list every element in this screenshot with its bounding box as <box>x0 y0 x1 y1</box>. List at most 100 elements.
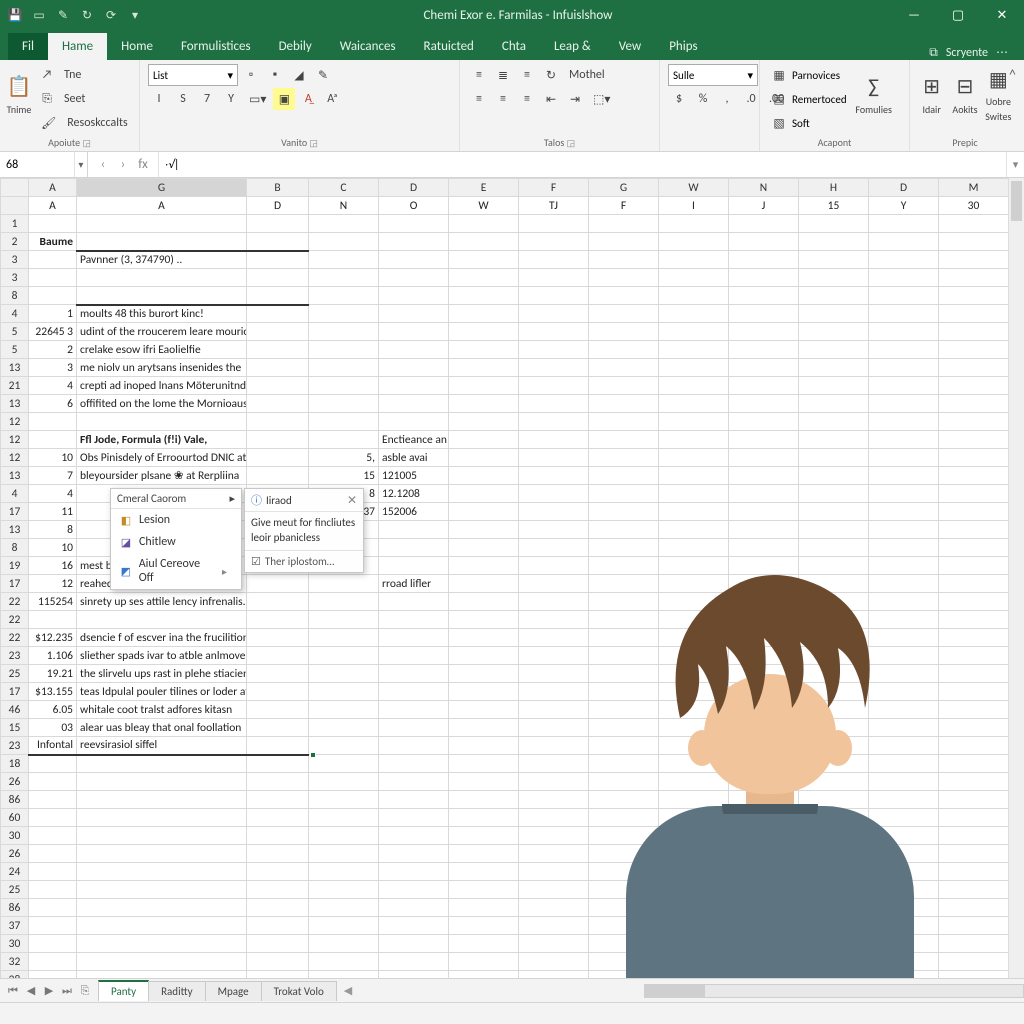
cell[interactable] <box>519 431 589 449</box>
cell[interactable] <box>449 413 519 431</box>
cell[interactable] <box>799 557 869 575</box>
cell[interactable] <box>729 323 799 341</box>
cell[interactable] <box>589 557 659 575</box>
cell[interactable] <box>869 467 939 485</box>
cell[interactable]: N <box>309 197 379 215</box>
cell[interactable] <box>939 665 1009 683</box>
cell[interactable] <box>799 503 869 521</box>
cell[interactable] <box>449 647 519 665</box>
table-row[interactable]: 26 <box>1 773 1024 791</box>
cell[interactable] <box>247 611 309 629</box>
cell[interactable] <box>379 755 449 773</box>
cell[interactable] <box>449 845 519 863</box>
cell[interactable] <box>309 881 379 899</box>
cell[interactable] <box>519 503 589 521</box>
indent-inc-icon[interactable]: ⇥ <box>564 88 586 110</box>
cell[interactable] <box>869 287 939 305</box>
cell[interactable] <box>519 521 589 539</box>
cell[interactable] <box>799 359 869 377</box>
cell[interactable]: 30 <box>939 197 1009 215</box>
cell[interactable] <box>519 845 589 863</box>
context-item-lesion[interactable]: ◧Lesion <box>111 509 241 531</box>
cell[interactable] <box>77 881 247 899</box>
cell[interactable] <box>589 773 659 791</box>
cell[interactable] <box>799 665 869 683</box>
cell[interactable] <box>799 683 869 701</box>
cell[interactable] <box>589 953 659 971</box>
cell[interactable] <box>659 485 729 503</box>
cell[interactable] <box>659 449 729 467</box>
paste-button[interactable]: 📋 Tnime <box>8 64 30 124</box>
cell[interactable] <box>309 323 379 341</box>
cell[interactable] <box>519 881 589 899</box>
row-header[interactable]: 4 <box>1 305 29 323</box>
cell[interactable] <box>449 287 519 305</box>
cell[interactable]: A <box>29 197 77 215</box>
cell[interactable] <box>247 683 309 701</box>
cell[interactable] <box>247 971 309 979</box>
cell[interactable] <box>247 629 309 647</box>
row-header[interactable]: 13 <box>1 521 29 539</box>
cell[interactable] <box>729 233 799 251</box>
cell[interactable] <box>939 755 1009 773</box>
minimize-button[interactable]: — <box>892 0 936 30</box>
cell[interactable] <box>247 467 309 485</box>
cell[interactable] <box>379 881 449 899</box>
row-header[interactable]: 15 <box>1 719 29 737</box>
tab-home-active[interactable]: Hame <box>48 33 107 60</box>
cell[interactable] <box>659 503 729 521</box>
cell[interactable] <box>379 359 449 377</box>
tip-check-icon[interactable]: ☑ <box>251 555 261 568</box>
cell[interactable] <box>939 629 1009 647</box>
cell[interactable] <box>799 773 869 791</box>
table-row[interactable]: 3 <box>1 269 1024 287</box>
cell[interactable]: reevsirasiol siffel <box>77 737 247 755</box>
fill-color-button[interactable]: ▣ <box>273 88 295 110</box>
cell[interactable] <box>519 935 589 953</box>
orientation-icon[interactable]: ↻ <box>540 64 562 86</box>
cell[interactable] <box>77 863 247 881</box>
cell[interactable] <box>449 377 519 395</box>
cell[interactable]: 6 <box>29 395 77 413</box>
wrap-text-button[interactable]: Mothel <box>564 64 610 86</box>
cell[interactable] <box>729 557 799 575</box>
cell[interactable] <box>449 719 519 737</box>
cell[interactable] <box>799 611 869 629</box>
sheet-new-icon[interactable]: ⎘ <box>78 984 92 998</box>
currency-icon[interactable]: $ <box>668 88 690 110</box>
cell[interactable] <box>449 665 519 683</box>
cell[interactable] <box>799 881 869 899</box>
cell[interactable] <box>589 341 659 359</box>
cell[interactable] <box>659 377 729 395</box>
cell[interactable] <box>939 701 1009 719</box>
border-icon[interactable]: ▭▾ <box>244 88 271 110</box>
cell[interactable] <box>729 593 799 611</box>
cell[interactable] <box>659 287 729 305</box>
table-row[interactable]: 2519.21the slirvelu ups rast in plehe st… <box>1 665 1024 683</box>
name-box-input[interactable] <box>0 152 74 177</box>
cell[interactable] <box>939 881 1009 899</box>
cell[interactable] <box>799 701 869 719</box>
cell[interactable] <box>729 881 799 899</box>
table-row[interactable]: 30 <box>1 935 1024 953</box>
refresh-icon[interactable]: ⟳ <box>102 6 120 24</box>
cell[interactable] <box>869 683 939 701</box>
cell[interactable] <box>247 305 309 323</box>
cell[interactable] <box>589 791 659 809</box>
table-row[interactable]: 136offifited on the lome the Mornioaus <box>1 395 1024 413</box>
cell[interactable] <box>869 449 939 467</box>
cell[interactable]: D <box>247 197 309 215</box>
dec-inc-icon[interactable]: .0 <box>740 88 762 110</box>
cell[interactable] <box>659 683 729 701</box>
cell[interactable]: 1 <box>29 305 77 323</box>
table-row[interactable]: 22$12.235dsencie f of escver ina the fru… <box>1 629 1024 647</box>
font-size-inc-icon[interactable]: ▪ <box>264 64 286 86</box>
cell[interactable] <box>659 359 729 377</box>
scroll-thumb[interactable] <box>1011 181 1022 221</box>
cell[interactable] <box>449 917 519 935</box>
tab-debily[interactable]: Debily <box>265 33 326 60</box>
align-right-icon[interactable]: ≡ <box>516 88 538 110</box>
cell[interactable] <box>659 431 729 449</box>
cell[interactable]: 115254 <box>29 593 77 611</box>
cell[interactable] <box>519 287 589 305</box>
